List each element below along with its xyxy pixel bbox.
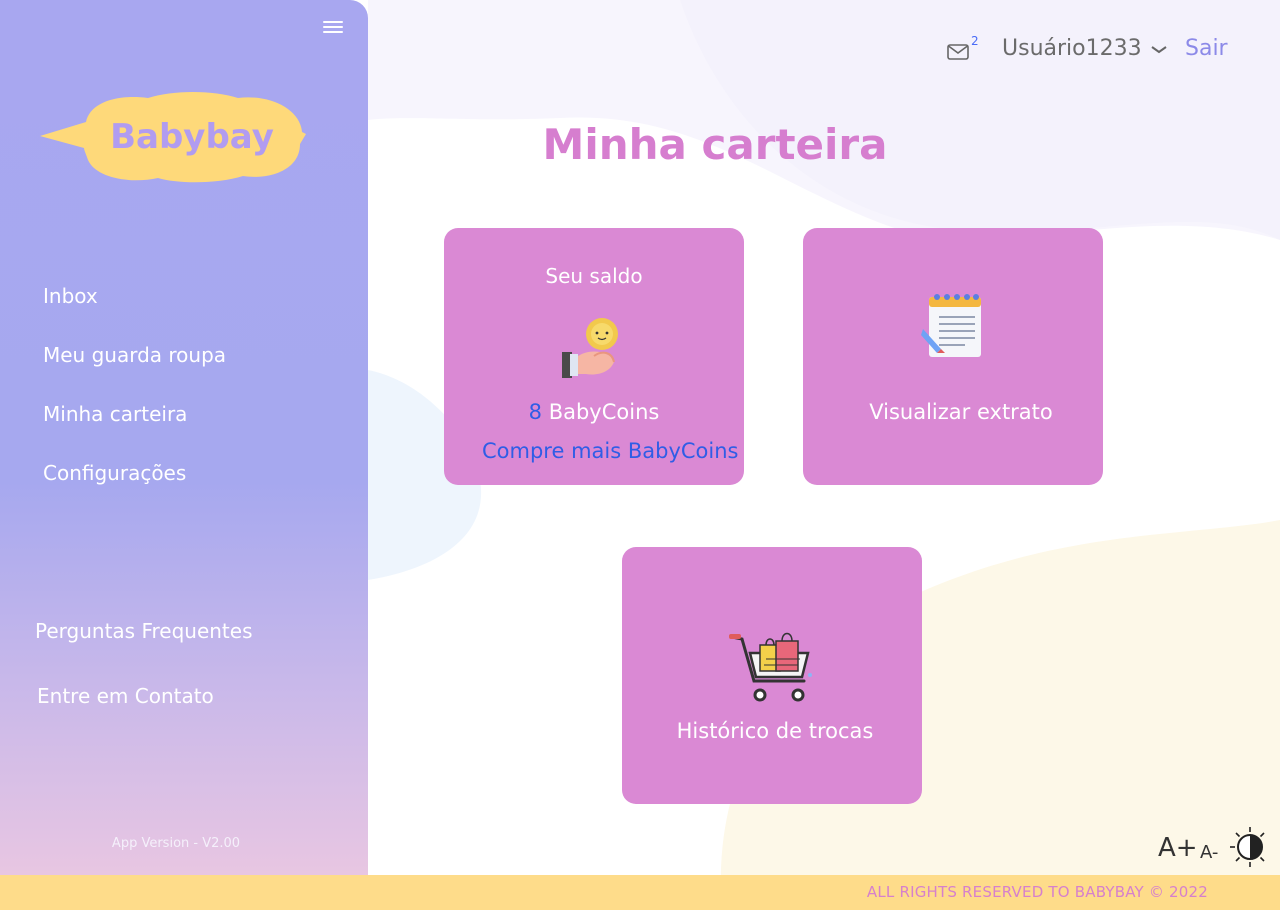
sidebar-item-contact[interactable]: Entre em Contato (35, 680, 253, 745)
mail-icon[interactable] (947, 43, 969, 61)
chevron-down-icon[interactable] (1150, 44, 1168, 56)
balance-value: 8 (528, 400, 543, 424)
coin-hand-icon (562, 318, 618, 378)
history-card[interactable]: Histórico de trocas (622, 547, 922, 804)
sidebar-item-faq[interactable]: Perguntas Frequentes (35, 615, 253, 680)
menu-icon[interactable] (323, 18, 343, 36)
sidebar-item-settings[interactable]: Configurações (43, 457, 226, 516)
contrast-icon[interactable] (1228, 826, 1268, 868)
statement-card[interactable]: Visualizar extrato (803, 228, 1103, 485)
page-title: Minha carteira (542, 120, 888, 169)
shopping-cart-icon (729, 632, 812, 702)
notepad-icon (921, 294, 981, 357)
sidebar-help-nav: Perguntas Frequentes Entre em Contato (35, 615, 253, 745)
logo-text: Babybay (110, 117, 274, 157)
statement-label: Visualizar extrato (869, 400, 1053, 424)
history-label: Histórico de trocas (676, 719, 874, 743)
mail-count-badge: 2 (971, 34, 979, 48)
sidebar: Babybay Inbox Meu guarda roupa Minha car… (0, 0, 368, 875)
balance-card: Seu saldo 8 BabyCoins Compre mais BabyCo… (444, 228, 744, 485)
user-menu[interactable]: Usuário1233 (1002, 36, 1142, 61)
accessibility-controls: A+ A- (1158, 826, 1273, 870)
balance-title: Seu saldo (545, 264, 643, 288)
font-decrease-button[interactable]: A- (1200, 842, 1218, 863)
buy-coins-link[interactable]: Compre mais BabyCoins (482, 439, 738, 463)
logout-link[interactable]: Sair (1185, 36, 1228, 61)
balance-amount: 8 BabyCoins (444, 400, 744, 424)
balance-unit: BabyCoins (548, 400, 660, 424)
sidebar-item-wardrobe[interactable]: Meu guarda roupa (43, 339, 226, 398)
font-increase-button[interactable]: A+ (1158, 833, 1198, 863)
copyright-text: ALL RIGHTS RESERVED TO BABYBAY © 2022 (866, 883, 1208, 901)
sidebar-item-inbox[interactable]: Inbox (43, 280, 226, 339)
app-version: App Version - V2.00 (111, 836, 241, 851)
sidebar-item-wallet[interactable]: Minha carteira (43, 398, 226, 457)
sidebar-nav: Inbox Meu guarda roupa Minha carteira Co… (43, 280, 226, 516)
footer: ALL RIGHTS RESERVED TO BABYBAY © 2022 (0, 875, 1280, 910)
babybay-logo: Babybay (40, 92, 306, 183)
